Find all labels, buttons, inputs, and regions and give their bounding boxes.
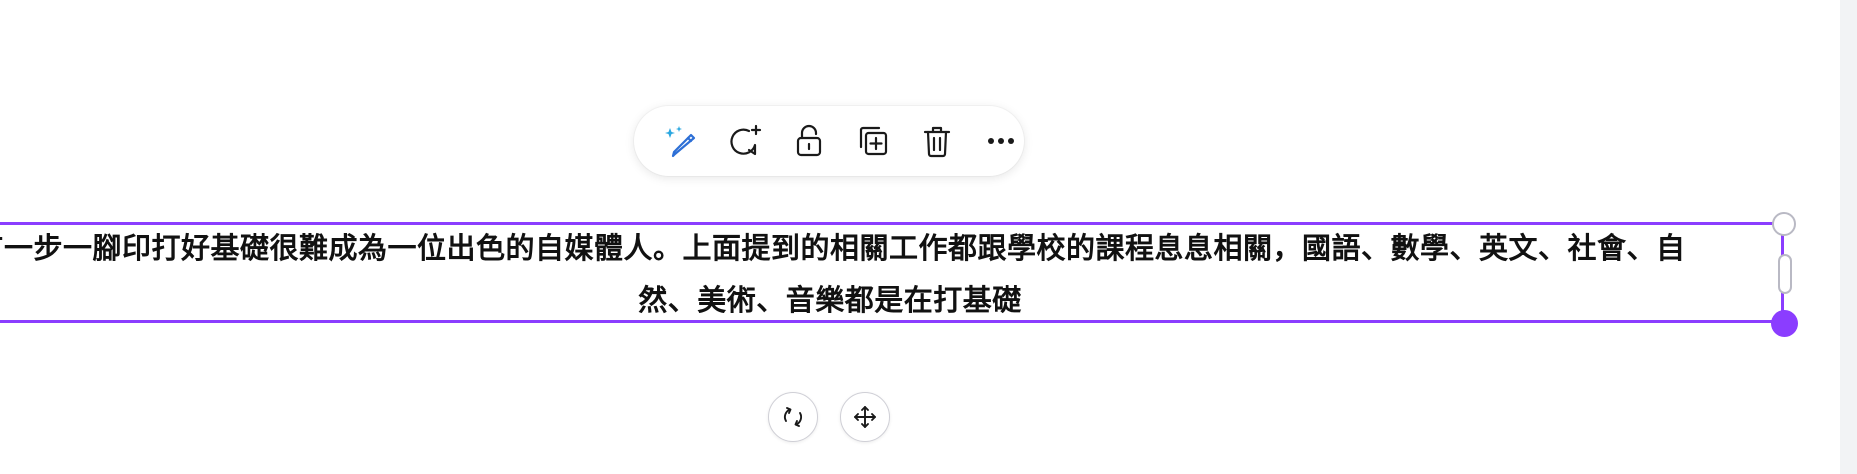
delete-button[interactable] <box>913 117 961 165</box>
rotate-icon <box>783 407 803 427</box>
duplicate-button[interactable] <box>849 117 897 165</box>
magic-pencil-icon <box>665 126 696 158</box>
resize-handle-bottom-right[interactable] <box>1771 310 1798 337</box>
move-icon <box>854 406 876 428</box>
more-button[interactable] <box>977 117 1025 165</box>
element-toolbar <box>634 106 1024 176</box>
unlock-icon <box>796 124 822 157</box>
rotate-button[interactable] <box>768 392 818 442</box>
vertical-scrollbar[interactable] <box>1840 0 1857 474</box>
comment-plus-icon <box>730 124 762 156</box>
resize-handle-right[interactable] <box>1778 254 1792 294</box>
text-element-content[interactable]: 有一步一腳印打好基礎很難成為一位出色的自媒體人。上面提到的相關工作都跟學校的課程… <box>0 222 1690 326</box>
move-button[interactable] <box>840 392 890 442</box>
comment-button[interactable] <box>721 117 769 165</box>
duplicate-icon <box>859 126 888 156</box>
magic-edit-button[interactable] <box>657 117 705 165</box>
more-horizontal-icon <box>988 138 1014 144</box>
lock-button[interactable] <box>785 117 833 165</box>
trash-icon <box>923 126 951 158</box>
resize-handle-top-right[interactable] <box>1772 212 1796 236</box>
